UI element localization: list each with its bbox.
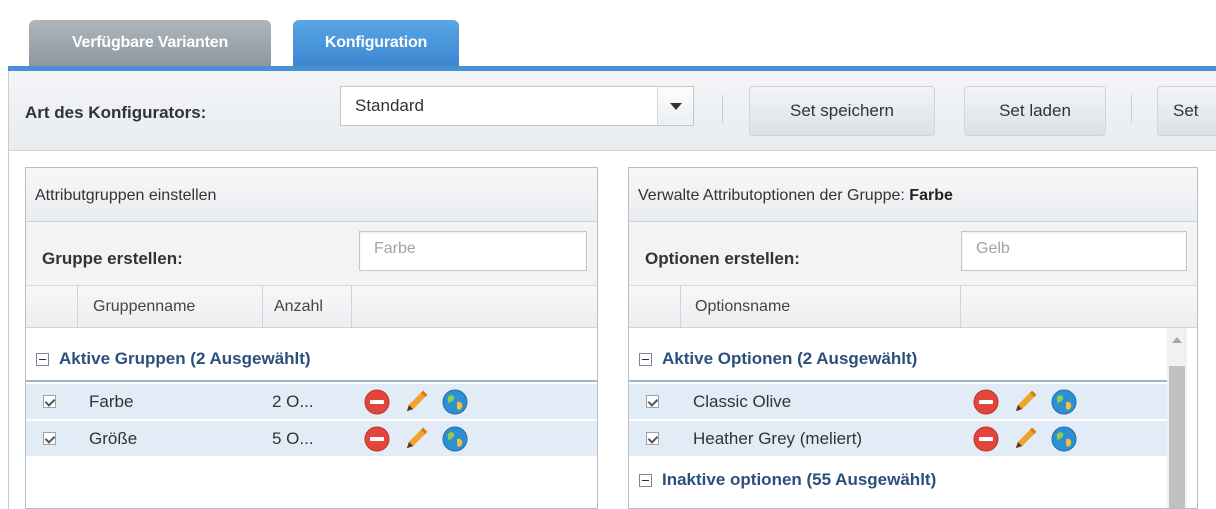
table-row[interactable]: Classic Olive: [629, 384, 1167, 420]
group-name: Größe: [89, 429, 138, 448]
scrollbar[interactable]: [1167, 328, 1187, 508]
active-groups-header[interactable]: Aktive Gruppen (2 Ausgewählt): [26, 338, 597, 382]
option-name: Heather Grey (meliert): [693, 429, 863, 448]
table-row[interactable]: Größe 5 O...: [26, 421, 597, 457]
configurator-type-value: Standard: [355, 96, 424, 115]
pencil-icon[interactable]: [1011, 425, 1039, 453]
remove-icon[interactable]: [363, 425, 391, 453]
row-checkbox[interactable]: [646, 432, 659, 445]
collapse-icon[interactable]: [36, 352, 49, 366]
globe-icon[interactable]: [1050, 425, 1078, 453]
collapse-icon[interactable]: [639, 352, 652, 366]
active-groups-label: Aktive Gruppen (2 Ausgewählt): [59, 349, 311, 368]
table-row[interactable]: Heather Grey (meliert): [629, 421, 1167, 457]
create-group-label: Gruppe erstellen:: [42, 249, 183, 268]
panel-title: Verwalte Attributoptionen der Gruppe: Fa…: [629, 168, 1197, 222]
configurator-type-label: Art des Konfigurators:: [25, 103, 207, 122]
globe-icon[interactable]: [441, 388, 469, 416]
remove-icon[interactable]: [972, 425, 1000, 453]
create-option-label: Optionen erstellen:: [645, 249, 800, 268]
toolbar-separator: [722, 95, 723, 123]
panel-title-group: Farbe: [909, 187, 953, 204]
attribute-groups-panel: Attributgruppen einstellen Gruppe erstel…: [25, 167, 598, 509]
scroll-up-arrow-icon[interactable]: [1172, 337, 1182, 343]
globe-icon[interactable]: [441, 425, 469, 453]
create-option-form: Optionen erstellen: Gelb: [629, 222, 1197, 286]
pencil-icon[interactable]: [1011, 388, 1039, 416]
pencil-icon[interactable]: [402, 425, 430, 453]
checkbox-column-header: [629, 286, 681, 328]
group-name: Farbe: [89, 392, 134, 411]
tab-available-variants[interactable]: Verfügbare Varianten: [29, 20, 271, 66]
checkbox-column-header: [26, 286, 78, 328]
inactive-options-header[interactable]: Inaktive optionen (55 Ausgewählt): [629, 458, 1167, 502]
table-header: Gruppenname Anzahl: [26, 286, 597, 328]
tab-configuration[interactable]: Konfiguration: [293, 20, 459, 66]
save-set-button[interactable]: Set speichern: [749, 86, 935, 136]
tab-bar: Verfügbare Varianten Konfiguration: [0, 0, 1216, 71]
group-count: 2 O...: [272, 392, 314, 411]
remove-icon[interactable]: [363, 388, 391, 416]
create-group-form: Gruppe erstellen: Farbe: [26, 222, 597, 286]
table-header: Optionsname: [629, 286, 1197, 328]
row-checkbox[interactable]: [43, 432, 56, 445]
row-checkbox[interactable]: [43, 395, 56, 408]
column-header-groupname[interactable]: Gruppenname: [78, 286, 263, 328]
chevron-down-icon: [669, 102, 682, 110]
set-button[interactable]: Set: [1157, 86, 1216, 136]
row-checkbox[interactable]: [646, 395, 659, 408]
remove-icon[interactable]: [972, 388, 1000, 416]
column-header-count[interactable]: Anzahl: [263, 286, 352, 328]
inactive-options-label: Inaktive optionen (55 Ausgewählt): [662, 470, 937, 489]
active-options-label: Aktive Optionen (2 Ausgewählt): [662, 349, 918, 368]
column-header-optionname[interactable]: Optionsname: [681, 286, 961, 328]
panel-title-prefix: Verwalte Attributoptionen der Gruppe:: [638, 187, 905, 204]
select-trigger[interactable]: [657, 87, 693, 125]
toolbar-separator: [1131, 95, 1132, 123]
configurator-type-select[interactable]: Standard: [340, 86, 694, 126]
option-name-input[interactable]: Gelb: [961, 231, 1187, 271]
scrollbar-thumb[interactable]: [1169, 366, 1185, 508]
option-name: Classic Olive: [693, 392, 792, 411]
group-name-input[interactable]: Farbe: [359, 231, 587, 271]
active-options-header[interactable]: Aktive Optionen (2 Ausgewählt): [629, 338, 1167, 382]
panel-title: Attributgruppen einstellen: [26, 168, 597, 222]
attribute-options-panel: Verwalte Attributoptionen der Gruppe: Fa…: [628, 167, 1198, 509]
load-set-button[interactable]: Set laden: [964, 86, 1106, 136]
table-row[interactable]: Farbe 2 O...: [26, 384, 597, 420]
pencil-icon[interactable]: [402, 388, 430, 416]
group-count: 5 O...: [272, 429, 314, 448]
collapse-icon[interactable]: [639, 473, 652, 487]
globe-icon[interactable]: [1050, 388, 1078, 416]
